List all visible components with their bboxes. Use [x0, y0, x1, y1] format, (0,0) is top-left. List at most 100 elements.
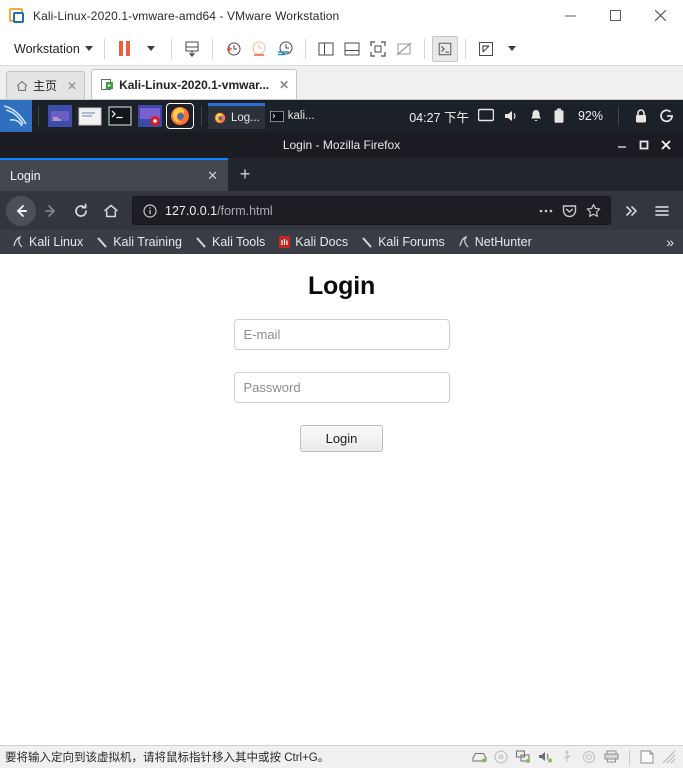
login-submit-button[interactable]: Login: [300, 425, 383, 452]
notification-bell-icon[interactable]: [528, 108, 544, 124]
snapshot-manager-button[interactable]: [272, 36, 298, 62]
home-icon: [16, 80, 28, 92]
hard-disk-status-icon[interactable]: [472, 750, 487, 764]
task-terminal[interactable]: kali...: [265, 103, 320, 129]
vmware-status-bar: 要将输入定向到该虚拟机，请将鼠标指针移入其中或按 Ctrl+G。: [0, 745, 683, 768]
bookmark-kali-tools[interactable]: Kali Tools: [189, 230, 272, 254]
terminal-icon: [438, 42, 451, 55]
snapshot-manager-icon: [277, 41, 293, 55]
app-menu-button[interactable]: [647, 196, 677, 226]
home-button[interactable]: [96, 196, 126, 226]
lock-icon[interactable]: [634, 108, 650, 124]
task-firefox[interactable]: Log...: [208, 103, 265, 129]
suspend-dropdown-button[interactable]: [138, 36, 164, 62]
firefox-maximize-button[interactable]: [633, 132, 655, 158]
panel-clock[interactable]: 04:27 下午: [409, 107, 469, 126]
page-actions-button[interactable]: [537, 202, 554, 219]
kali-system-tray: 04:27 下午 92%: [409, 106, 683, 126]
reload-button[interactable]: [66, 196, 96, 226]
full-screen-button[interactable]: [365, 36, 391, 62]
vmware-logo-icon: [8, 7, 25, 24]
power-logout-icon[interactable]: [659, 108, 675, 124]
power-button[interactable]: [179, 36, 205, 62]
pocket-icon[interactable]: [561, 202, 578, 219]
bookmark-kali-docs[interactable]: Kali Docs: [272, 230, 355, 254]
show-thumbnail-bar-button[interactable]: [339, 36, 365, 62]
url-bar[interactable]: 127.0.0.1/form.html: [132, 196, 611, 225]
bookmark-star-icon[interactable]: [585, 202, 602, 219]
firefox-tab-close-icon[interactable]: ✕: [207, 168, 218, 184]
launcher-metasploit[interactable]: [138, 105, 162, 127]
suspend-button[interactable]: [112, 36, 138, 62]
tab-home[interactable]: 主页 ✕: [6, 71, 86, 99]
tab-home-label: 主页: [33, 79, 58, 93]
workspace-switcher-icon[interactable]: [477, 108, 495, 124]
bookmark-kali-forums[interactable]: Kali Forums: [355, 230, 452, 254]
toolbar-separator: [211, 38, 213, 59]
firefox-tab-login[interactable]: Login ✕: [0, 158, 228, 191]
stretch-dropdown-button[interactable]: [499, 36, 525, 62]
show-library-button[interactable]: [313, 36, 339, 62]
volume-icon[interactable]: [503, 108, 519, 124]
hamburger-menu-icon: [655, 205, 669, 216]
cd-dvd-status-icon[interactable]: [494, 750, 509, 764]
status-message: 要将输入定向到该虚拟机，请将鼠标指针移入其中或按 Ctrl+G。: [5, 752, 330, 764]
vmware-maximize-button[interactable]: [593, 0, 638, 32]
launcher-terminal[interactable]: [108, 105, 132, 127]
bookmark-nethunter[interactable]: NetHunter: [452, 230, 539, 254]
console-view-button[interactable]: [431, 35, 458, 62]
kali-dragon-icon: [13, 236, 23, 248]
network-adapter-status-icon[interactable]: [516, 750, 531, 764]
guest-screen[interactable]: Log... kali... 04:27 下午 92% Login - Mozi…: [0, 100, 683, 745]
launcher-file-manager[interactable]: [78, 105, 102, 127]
vmware-close-button[interactable]: [638, 0, 683, 32]
sound-card-status-icon[interactable]: [538, 750, 553, 764]
launcher-show-desktop[interactable]: [48, 105, 72, 127]
kali-slash-icon: [97, 237, 107, 248]
firefox-close-button[interactable]: [655, 132, 677, 158]
tab-home-close-icon[interactable]: ✕: [67, 79, 77, 93]
bookmark-kali-training[interactable]: Kali Training: [90, 230, 189, 254]
forward-button[interactable]: [36, 196, 66, 226]
usb-status-icon[interactable]: [560, 750, 575, 764]
caret-down-icon: [146, 46, 155, 51]
revert-snapshot-button[interactable]: [246, 36, 272, 62]
forward-arrow-icon: [45, 204, 55, 217]
workstation-menu-button[interactable]: Workstation: [10, 39, 97, 59]
tab-kali-vm-close-icon[interactable]: ✕: [279, 78, 289, 92]
email-field[interactable]: [233, 319, 450, 350]
bookmark-label: Kali Tools: [212, 235, 266, 249]
kali-slash-icon: [196, 237, 206, 248]
back-button[interactable]: [6, 195, 36, 226]
bookmark-kali-linux[interactable]: Kali Linux: [6, 230, 90, 254]
bookmark-label: NetHunter: [474, 235, 532, 249]
resize-grip-icon[interactable]: [662, 750, 677, 764]
kali-dragon-icon[interactable]: [0, 100, 32, 132]
fullscreen-icon: [370, 40, 386, 57]
tab-kali-vm[interactable]: Kali-Linux-2020.1-vmwar... ✕: [91, 69, 298, 99]
unity-off-icon: [396, 42, 412, 55]
firefox-minimize-button[interactable]: [611, 132, 633, 158]
unity-mode-button[interactable]: [391, 36, 417, 62]
url-text[interactable]: 127.0.0.1/form.html: [165, 204, 530, 218]
camera-status-icon[interactable]: [582, 750, 597, 764]
url-host: 127.0.0.1: [165, 203, 218, 218]
printer-status-icon[interactable]: [604, 750, 619, 764]
battery-icon[interactable]: [553, 108, 569, 124]
task-firefox-label: Log...: [231, 111, 260, 124]
bookmarks-overflow-button[interactable]: »: [666, 234, 683, 250]
launcher-firefox[interactable]: [166, 103, 194, 129]
new-tab-button[interactable]: +: [228, 158, 262, 191]
url-path: /form.html: [217, 203, 273, 218]
toolbar-separator: [170, 38, 172, 59]
firefox-titlebar: Login - Mozilla Firefox: [0, 132, 683, 158]
toolbar-overflow-button[interactable]: [617, 196, 647, 226]
password-field[interactable]: [233, 372, 450, 403]
stretch-guest-button[interactable]: [473, 36, 499, 62]
message-log-icon[interactable]: [640, 750, 655, 764]
toolbar-separator: [464, 38, 466, 59]
vmware-minimize-button[interactable]: [548, 0, 593, 32]
info-circle-icon[interactable]: [141, 202, 158, 219]
bookmark-label: Kali Docs: [295, 235, 349, 249]
take-snapshot-button[interactable]: [220, 36, 246, 62]
